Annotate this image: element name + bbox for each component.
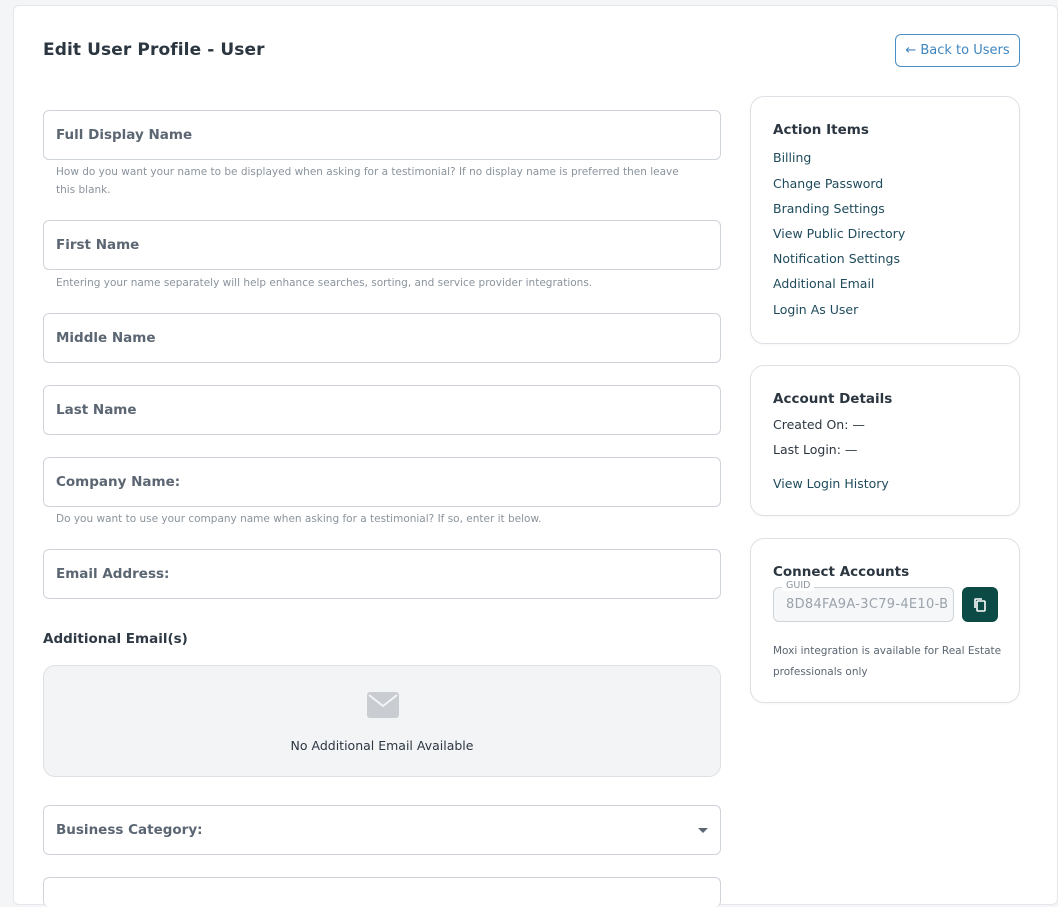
login-as-user-link[interactable]: Login As User	[773, 302, 858, 317]
last-login-text: Last Login: —	[773, 442, 858, 457]
guid-value: 8D84FA9A-3C79-4E10-B	[786, 597, 949, 612]
company-name-helper: Do you want to use your company name whe…	[56, 513, 542, 525]
account-details-title: Account Details	[773, 391, 893, 407]
company-name-label: Company Name:	[56, 474, 181, 490]
business-category-select[interactable]: Business Category:	[43, 805, 721, 855]
email-address-label: Email Address:	[56, 566, 170, 582]
guid-field[interactable]: GUID 8D84FA9A-3C79-4E10-B	[773, 580, 954, 622]
change-password-link[interactable]: Change Password	[773, 176, 883, 191]
last-name-field[interactable]: Last Name	[43, 385, 721, 435]
created-on-text: Created On: —	[773, 417, 865, 432]
email-address-field[interactable]: Email Address:	[43, 549, 721, 599]
notification-settings-link[interactable]: Notification Settings	[773, 251, 900, 266]
middle-name-field[interactable]: Middle Name	[43, 313, 721, 363]
branding-settings-link[interactable]: Branding Settings	[773, 201, 885, 216]
moxi-integration-note: Moxi integration is available for Real E…	[773, 645, 1002, 678]
chevron-down-icon	[698, 828, 708, 833]
page-title: Edit User Profile - User	[43, 40, 265, 60]
back-to-users-button[interactable]: ← Back to Users	[895, 34, 1020, 67]
additional-emails-heading: Additional Email(s)	[43, 631, 188, 647]
full-display-name-label: Full Display Name	[56, 127, 193, 143]
guid-label: GUID	[782, 580, 815, 591]
first-name-field[interactable]: First Name	[43, 220, 721, 270]
copy-icon	[974, 597, 986, 612]
action-items-title: Action Items	[773, 122, 869, 138]
copy-guid-button[interactable]	[962, 587, 998, 622]
connect-accounts-title: Connect Accounts	[773, 564, 910, 580]
last-name-label: Last Name	[56, 402, 137, 418]
middle-name-label: Middle Name	[56, 330, 156, 346]
full-display-name-field[interactable]: Full Display Name	[43, 110, 721, 160]
connect-accounts-card: Connect Accounts GUID 8D84FA9A-3C79-4E10…	[750, 538, 1020, 703]
company-name-field[interactable]: Company Name:	[43, 457, 721, 507]
billing-link[interactable]: Billing	[773, 150, 811, 165]
additional-emails-empty-state: No Additional Email Available	[43, 665, 721, 777]
full-display-name-helper: How do you want your name to be displaye…	[56, 166, 679, 196]
account-details-card: Account Details Created On: — Last Login…	[750, 365, 1020, 516]
first-name-label: First Name	[56, 237, 140, 253]
view-public-directory-link[interactable]: View Public Directory	[773, 226, 905, 241]
no-additional-email-text: No Additional Email Available	[290, 738, 474, 753]
additional-email-link[interactable]: Additional Email	[773, 276, 874, 291]
action-items-card: Action Items Billing Change Password Bra…	[750, 96, 1020, 344]
first-name-helper: Entering your name separately will help …	[56, 277, 593, 289]
view-login-history-link[interactable]: View Login History	[773, 476, 889, 491]
business-category-label: Business Category:	[56, 822, 203, 838]
mail-icon	[367, 692, 399, 718]
